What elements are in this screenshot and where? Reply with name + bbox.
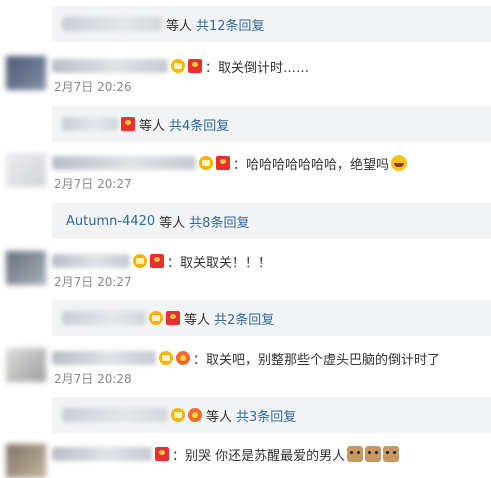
- reply-summary-bar: 等人 共2条回复: [52, 300, 491, 336]
- reply-summary-bar: Autumn-4420 等人 共8条回复: [52, 203, 491, 239]
- red-packet-badge-icon: [155, 447, 169, 461]
- blurred-names: [62, 311, 146, 325]
- crown-badge-icon: [159, 351, 173, 365]
- flower-badge-icon: [176, 351, 190, 365]
- blurred-username[interactable]: [52, 254, 130, 268]
- blurred-username[interactable]: [52, 351, 156, 365]
- crown-badge-icon: [199, 156, 213, 170]
- red-packet-badge-icon: [216, 156, 230, 170]
- reply-count-link[interactable]: 共2条回复: [214, 309, 274, 328]
- avatar[interactable]: [6, 153, 46, 187]
- blurred-names: [62, 117, 118, 131]
- face-emoji-icon: [383, 446, 400, 462]
- reply-suffix: 等人: [139, 118, 166, 134]
- reply-summary-bar: 等人 共4条回复: [52, 106, 491, 142]
- flower-badge-icon: [188, 408, 202, 422]
- face-emoji-icon: [365, 446, 382, 462]
- replier-name-link[interactable]: Autumn-4420: [66, 214, 155, 229]
- blurred-names: [62, 17, 162, 31]
- avatar[interactable]: [6, 56, 46, 90]
- reply-suffix: 等人: [206, 409, 233, 425]
- reply-count-link[interactable]: 共3条回复: [236, 406, 296, 425]
- comment-text: ：取关吧，别整那些个虚头巴脑的倒计时了: [193, 352, 441, 368]
- avatar[interactable]: [6, 348, 46, 382]
- blurred-username[interactable]: [52, 156, 196, 170]
- comment-time: 2月7日 20:27: [54, 177, 132, 191]
- comment-text: ：取关取关！！！: [167, 255, 272, 271]
- reply-suffix: 等人: [159, 215, 186, 231]
- reply-suffix: 等人: [184, 312, 211, 328]
- reply-suffix: 等人: [166, 18, 193, 34]
- crown-badge-icon: [149, 311, 163, 325]
- comment-text: ：哈哈哈哈哈哈哈，绝望吗: [233, 157, 390, 173]
- comment-text: ：取关倒计时……: [205, 60, 310, 76]
- face-emoji-icon: [347, 446, 364, 462]
- red-packet-badge-icon: [150, 254, 164, 268]
- red-packet-badge-icon: [166, 311, 180, 325]
- blurred-username[interactable]: [52, 59, 168, 73]
- crown-badge-icon: [171, 408, 185, 422]
- comment-time: 2月7日 20:28: [54, 372, 132, 386]
- avatar[interactable]: [6, 251, 46, 285]
- crown-badge-icon: [133, 254, 147, 268]
- reply-count-link[interactable]: 共12条回复: [196, 15, 265, 34]
- comment-text: ：别哭 你还是苏醒最爱的男人: [172, 448, 346, 464]
- comment-time: 2月7日 20:26: [54, 80, 132, 94]
- laugh-emoji-icon: [391, 155, 408, 171]
- reply-summary-bar: 等人 共3条回复: [52, 397, 491, 433]
- comment-time: 2月7日 20:27: [54, 275, 132, 289]
- crown-badge-icon: [171, 59, 185, 73]
- red-packet-badge-icon: [121, 117, 135, 131]
- blurred-names: [62, 408, 168, 422]
- avatar[interactable]: [6, 444, 46, 478]
- reply-count-link[interactable]: 共4条回复: [169, 115, 229, 134]
- reply-count-link[interactable]: 共8条回复: [189, 212, 249, 231]
- red-packet-badge-icon: [188, 59, 202, 73]
- reply-summary-bar: 等人 共12条回复: [52, 6, 491, 42]
- blurred-username[interactable]: [52, 447, 152, 461]
